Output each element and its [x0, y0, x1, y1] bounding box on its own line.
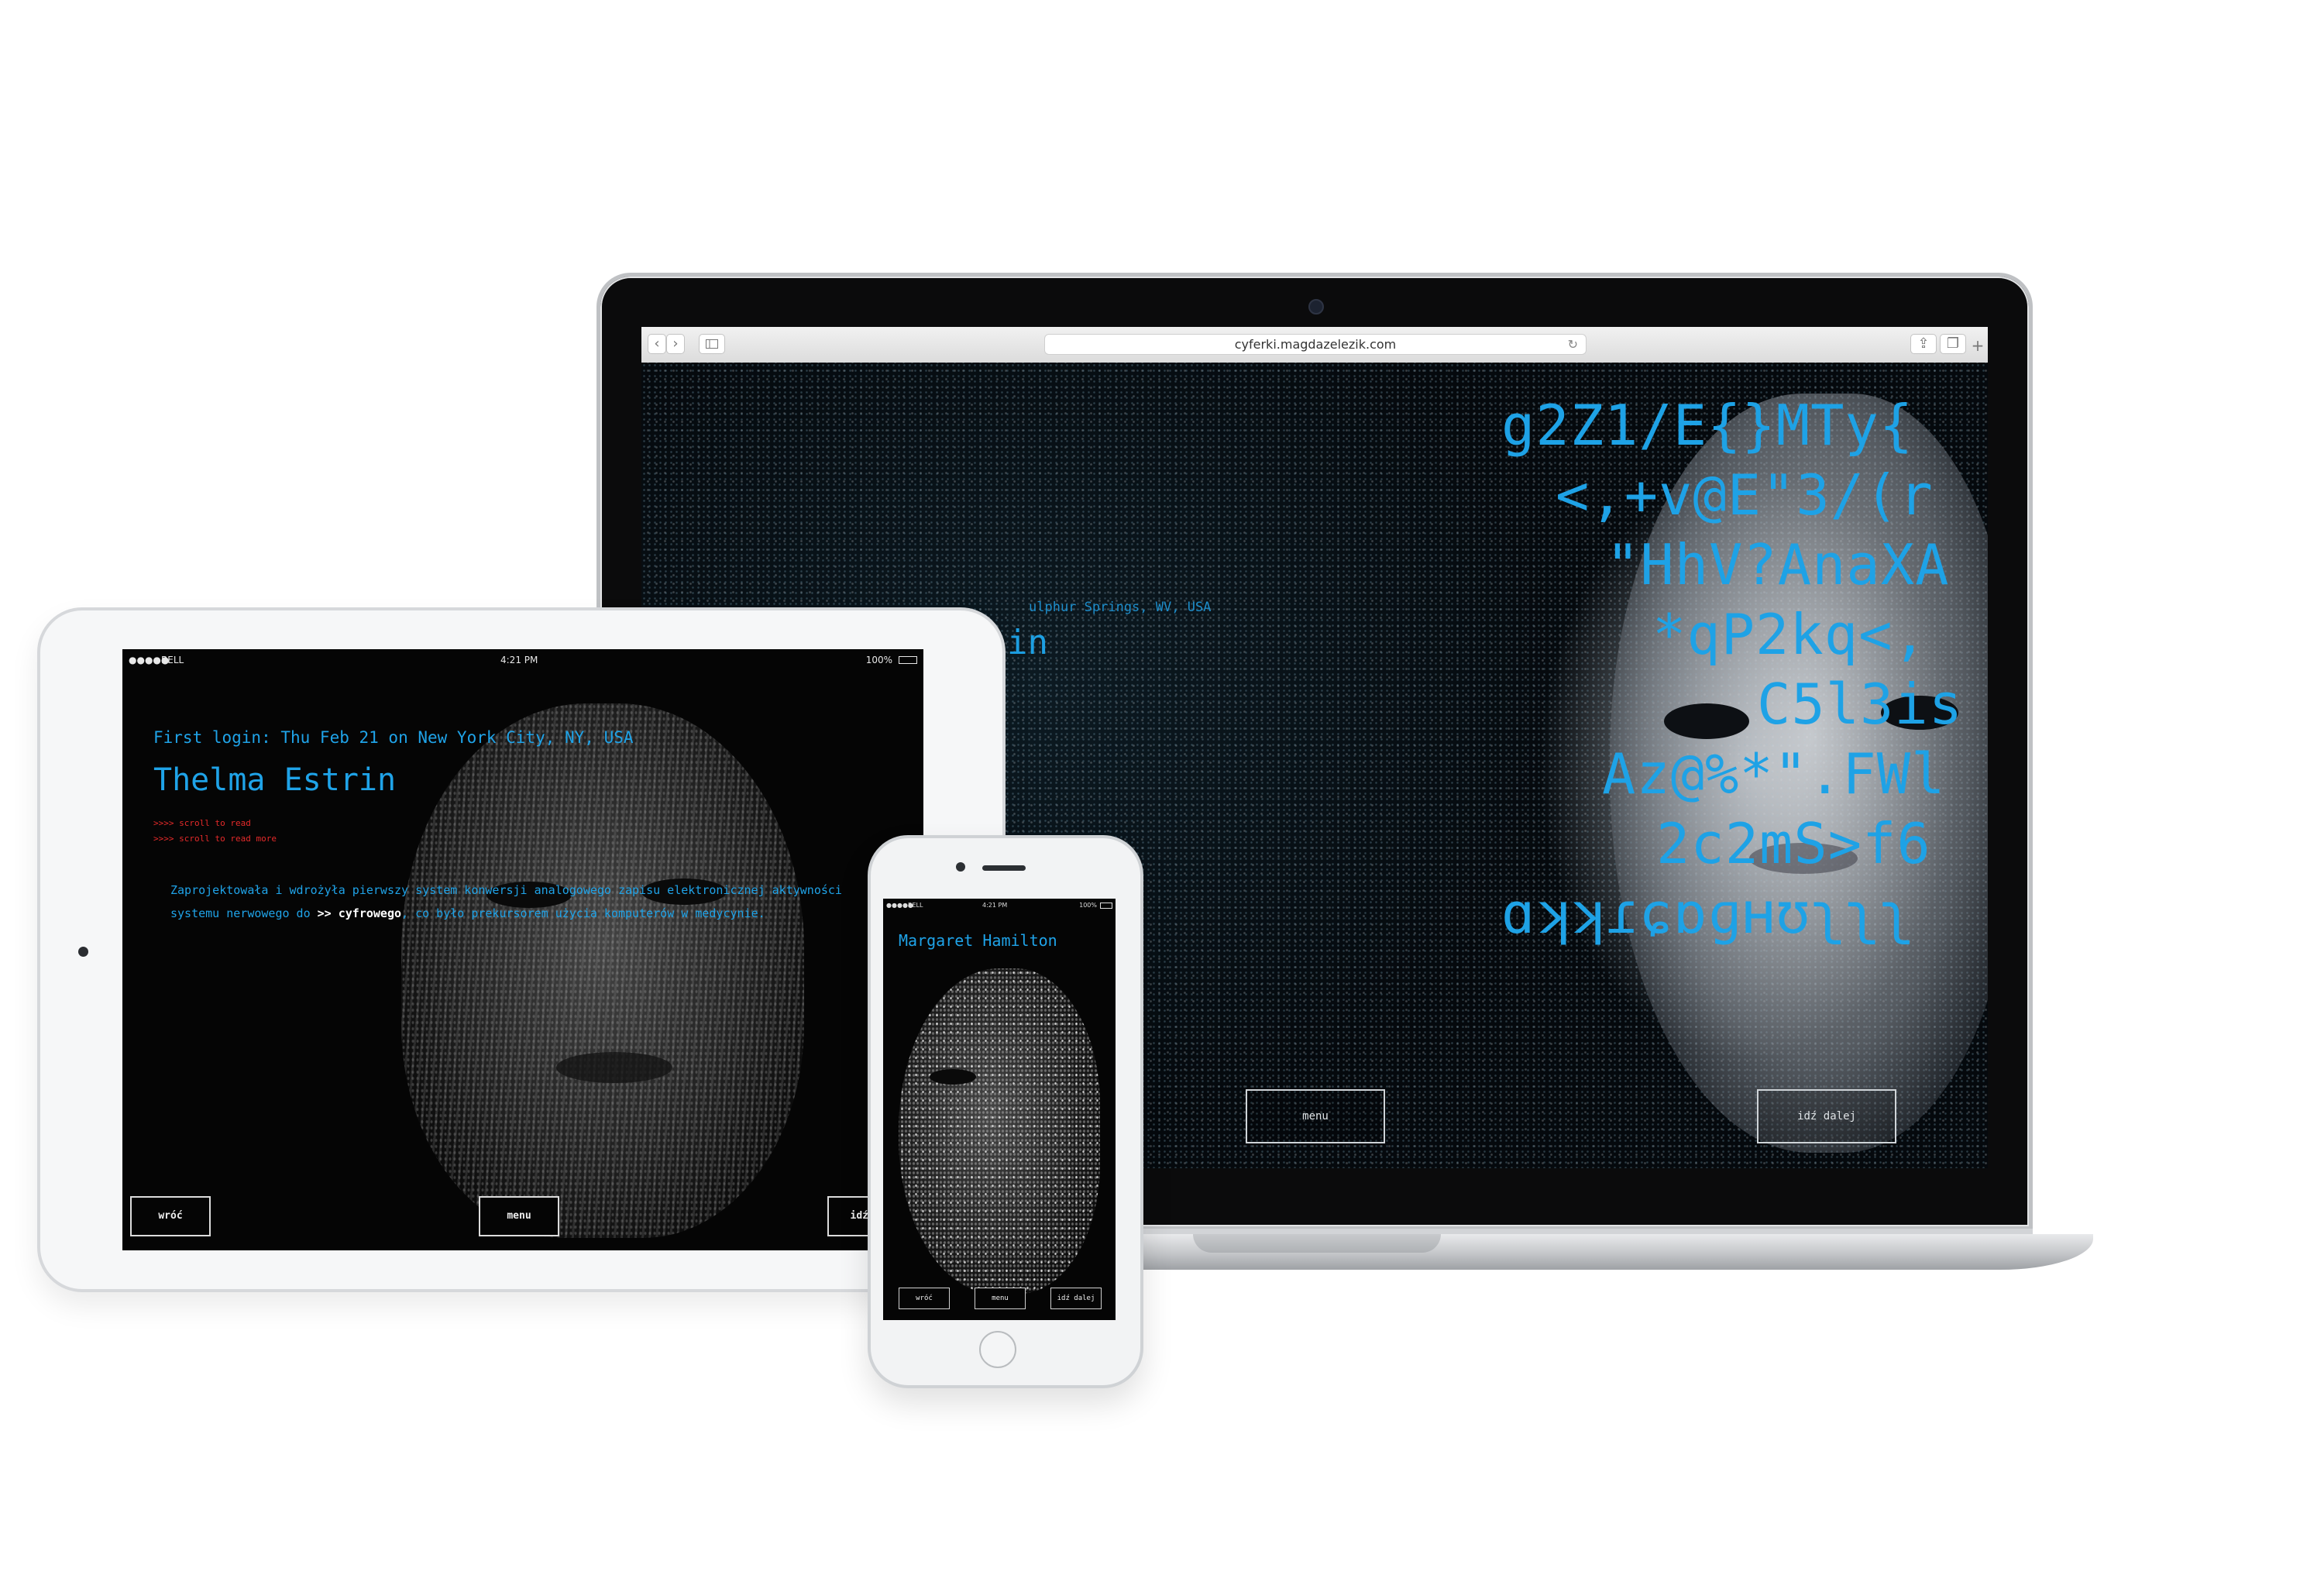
- person-name: Thelma Estrin: [153, 762, 397, 798]
- portrait-eye: [930, 1069, 976, 1085]
- scroll-hint: >>>> scroll to read more: [153, 834, 277, 844]
- plus-icon[interactable]: +: [1969, 338, 1986, 355]
- person-name-fragment: in: [1007, 623, 1048, 662]
- back-button[interactable]: wróć: [899, 1288, 950, 1309]
- laptop-camera: [1308, 299, 1324, 315]
- menu-button[interactable]: menu: [1246, 1089, 1385, 1143]
- phone-speaker: [982, 865, 1026, 871]
- bio-description: Zaprojektowała i wdrożyła pierwszy syste…: [170, 879, 891, 925]
- bio-text-end: , co było prekursorem użycia komputerów …: [401, 906, 765, 920]
- chevron-right-icon[interactable]: ›: [666, 334, 685, 354]
- scroll-hint: >>>> scroll to read: [153, 818, 251, 828]
- battery-icon: [899, 656, 917, 664]
- browser-toolbar: ‹ › cyferki.magdazelezik.com ↻ ⇪ ❐ +: [641, 327, 1988, 363]
- portrait-image: [899, 968, 1100, 1294]
- portrait-eye-left: [1664, 703, 1749, 739]
- portrait-texture: [401, 703, 804, 1238]
- code-line: 2c2mS>f6: [1656, 811, 1931, 876]
- tablet-status-bar: ●●●●● BELL 4:21 PM 100%: [122, 649, 923, 671]
- clock-label: 4:21 PM: [982, 902, 1008, 909]
- person-name: Margaret Hamilton: [899, 931, 1057, 950]
- chevron-left-icon[interactable]: ‹: [648, 334, 666, 354]
- next-button[interactable]: idź dalej: [1757, 1089, 1896, 1143]
- carrier-label: BELL: [908, 902, 923, 909]
- url-text: cyferki.magdazelezik.com: [1234, 337, 1397, 352]
- address-bar[interactable]: cyferki.magdazelezik.com ↻: [1044, 334, 1587, 355]
- code-line: C5l3is: [1757, 672, 1964, 737]
- tablet-screen: ●●●●● BELL 4:21 PM 100% First login: Thu…: [122, 649, 923, 1250]
- login-line: First login: Thu Feb 21 on New York City…: [153, 728, 634, 747]
- phone-camera: [956, 862, 965, 872]
- portrait-image: [401, 703, 804, 1238]
- share-icon[interactable]: ⇪: [1910, 334, 1937, 354]
- bio-highlight: >> cyfrowego: [317, 906, 402, 920]
- phone-status-bar: ●●●●● BELL 4:21 PM 100%: [883, 899, 1116, 913]
- code-line: <,+v@E"3/(r: [1556, 462, 1934, 528]
- next-button[interactable]: idź dalej: [1050, 1288, 1102, 1309]
- back-button[interactable]: wróć: [130, 1196, 211, 1236]
- clock-label: 4:21 PM: [500, 655, 538, 665]
- login-line-fragment: ulphur Springs, WV, USA: [1029, 600, 1212, 615]
- menu-button[interactable]: menu: [975, 1288, 1026, 1309]
- battery-icon: [1100, 903, 1112, 909]
- code-line: ɑʞʞɾɕɒɡʜʊʅʅʅ: [1501, 881, 1914, 946]
- reload-icon[interactable]: ↻: [1568, 335, 1578, 354]
- tabs-icon[interactable]: ❐: [1940, 334, 1966, 354]
- code-line: g2Z1/E{}MTy{: [1501, 393, 1914, 458]
- battery-label: 100%: [865, 655, 892, 665]
- sidebar-glyph: [706, 339, 718, 349]
- portrait-texture: [899, 968, 1100, 1294]
- sidebar-icon[interactable]: [699, 334, 725, 354]
- portrait-mouth: [556, 1052, 672, 1083]
- carrier-label: BELL: [161, 655, 184, 665]
- battery-label: 100%: [1079, 902, 1097, 909]
- code-line: *qP2kq<,: [1652, 602, 1927, 667]
- phone-screen: ●●●●● BELL 4:21 PM 100% Margaret Hamilto…: [883, 899, 1116, 1320]
- code-line: "HhV?AnaXA: [1606, 532, 1950, 597]
- menu-button[interactable]: menu: [479, 1196, 559, 1236]
- phone-home-button[interactable]: [979, 1331, 1016, 1368]
- tablet-camera: [78, 947, 88, 957]
- laptop-notch: [1193, 1234, 1441, 1253]
- code-line: Az@%*".FWl: [1602, 741, 1946, 806]
